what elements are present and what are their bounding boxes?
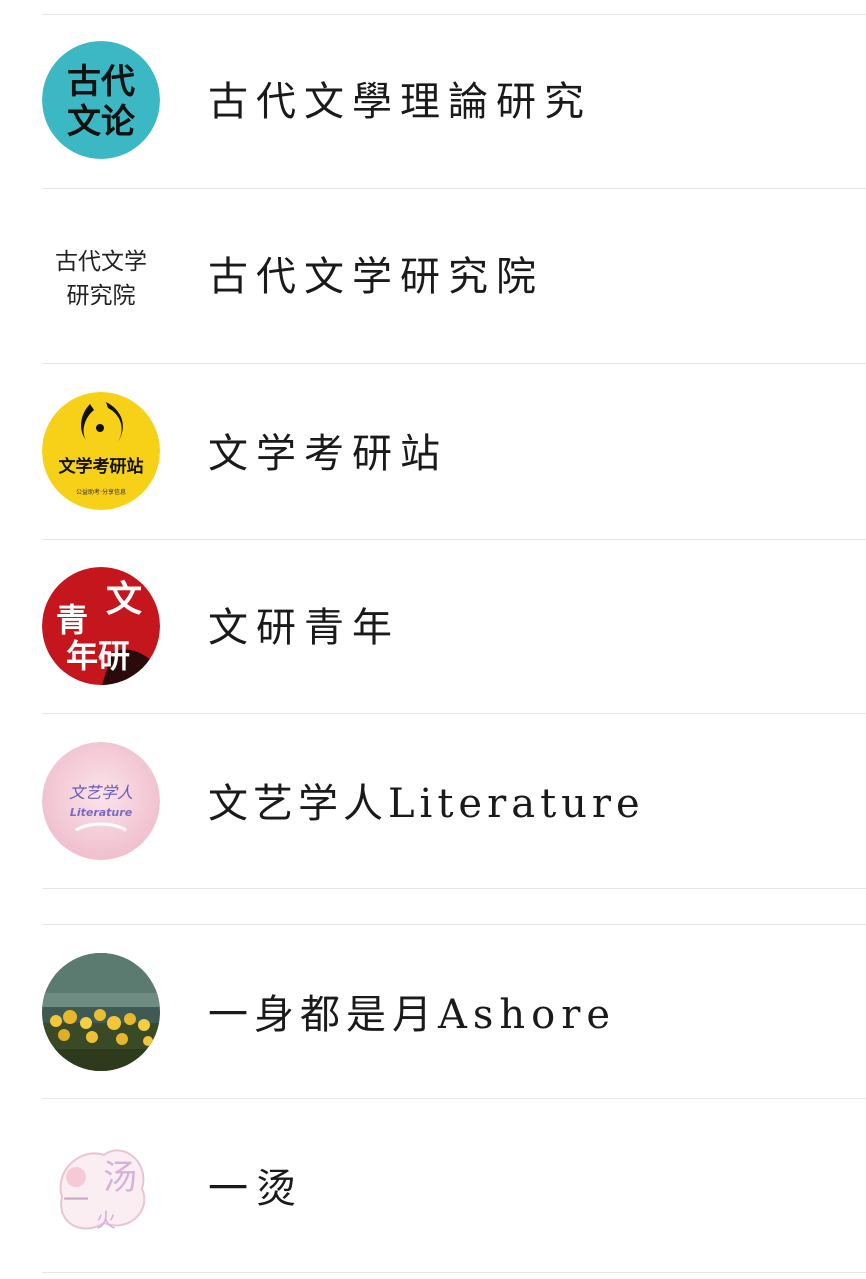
divider <box>42 888 866 889</box>
avatar-text: 文 <box>106 578 142 620</box>
account-name: 文学考研站 <box>208 431 448 477</box>
avatar-logo: 一 汤 火 <box>42 1127 160 1245</box>
list-item[interactable]: 文学考研站 公益助考·分享信息 文学考研站 <box>0 364 866 539</box>
list-item[interactable]: 文 青 年研 文研青年 <box>0 540 866 713</box>
list-item[interactable]: 一 汤 火 一烫 <box>0 1099 866 1272</box>
avatar: 文 青 年研 <box>42 567 160 685</box>
avatar-text: 研究院 <box>67 283 136 309</box>
avatar: 古代文学 研究院 <box>42 217 160 335</box>
avatar-text: 火 <box>96 1208 116 1232</box>
avatar: 文学考研站 公益助考·分享信息 <box>42 392 160 510</box>
avatar-logo: 古代 文论 <box>42 41 160 159</box>
avatar-text: 汤 <box>103 1158 137 1198</box>
avatar <box>42 953 160 1071</box>
avatar: 一 汤 火 <box>42 1127 160 1245</box>
avatar-logo: 文 青 年研 <box>42 567 160 685</box>
list-item[interactable]: 古代文学 研究院 古代文学研究院 <box>0 189 866 363</box>
avatar-text: 青 <box>56 601 88 639</box>
account-name: 一身都是月Ashore <box>208 992 617 1038</box>
avatar-subtext: 公益助考·分享信息 <box>76 488 126 496</box>
account-name: 古代文學理論研究 <box>208 79 592 125</box>
avatar-text: 文艺学人 <box>69 783 133 802</box>
account-name: 文艺学人Literature <box>208 781 645 827</box>
account-name: 一烫 <box>208 1166 304 1212</box>
list-item[interactable]: 古代 文论 古代文學理論研究 <box>0 15 866 188</box>
avatar-photo <box>42 953 160 1071</box>
avatar-logo: 文学考研站 公益助考·分享信息 <box>42 392 160 510</box>
avatar-text: 年研 <box>66 637 130 675</box>
account-name: 文研青年 <box>208 605 400 651</box>
account-name: 古代文学研究院 <box>208 254 544 300</box>
divider <box>42 1272 866 1273</box>
avatar: 古代 文论 <box>42 41 160 159</box>
avatar-text: Literature <box>70 806 133 819</box>
list-item[interactable]: 文艺学人 Literature 文艺学人Literature <box>0 714 866 888</box>
avatar-text: 一 <box>63 1186 89 1216</box>
avatar-text: 文论 <box>67 102 136 142</box>
avatar-logo: 古代文学 研究院 <box>42 217 160 335</box>
avatar: 文艺学人 Literature <box>42 742 160 860</box>
avatar-text: 古代文学 <box>55 249 147 275</box>
avatar-logo: 文艺学人 Literature <box>42 742 160 860</box>
avatar-text: 古代 <box>67 62 135 102</box>
list-item[interactable]: 一身都是月Ashore <box>0 925 866 1098</box>
avatar-text: 文学考研站 <box>59 456 144 477</box>
account-list: 古代 文论 古代文學理論研究 古代文学 研究院 古代文学研究院 文学考研站 公益… <box>0 0 866 1279</box>
